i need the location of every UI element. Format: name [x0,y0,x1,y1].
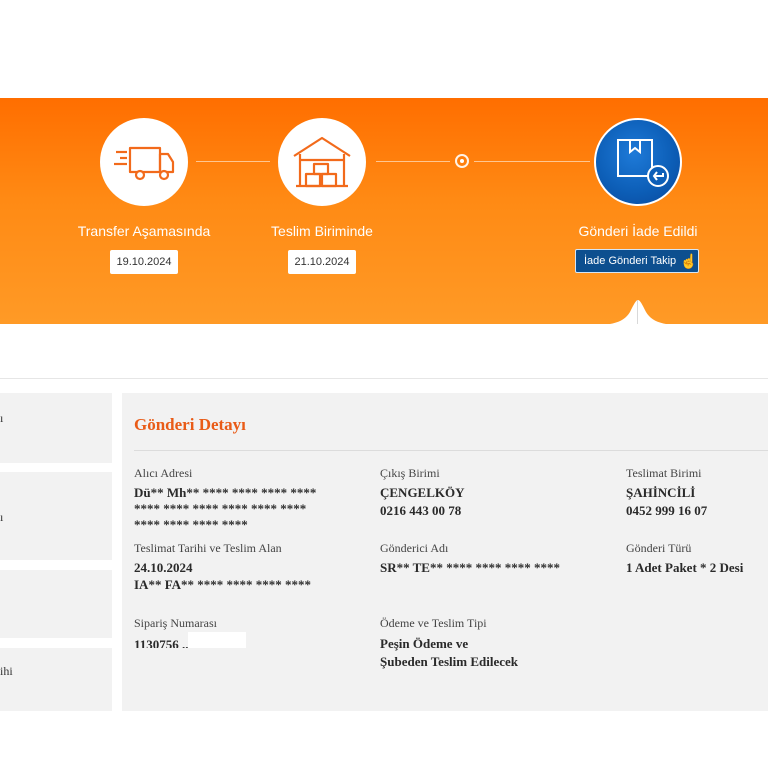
step-dot-icon [455,154,469,168]
side-card[interactable]: ı [0,472,112,560]
delivery-receiver-value: IA** FA** **** **** **** **** [134,577,312,592]
exit-unit-label: Çıkış Birimi [380,466,440,480]
receiver-address-line: **** **** **** **** **** **** [134,501,307,516]
shipment-type-value: 1 Adet Paket * 2 Desi [626,560,744,575]
redaction-mask [188,632,246,648]
step-connector [474,161,590,162]
panel-rule [134,450,768,451]
order-number-label: Sipariş Numarası [134,616,217,630]
return-tracking-button[interactable]: İade Gönderi Takip ☝ [575,249,699,273]
section-divider [0,378,768,379]
banner-notch [578,300,698,326]
payment-label: Ödeme ve Teslim Tipi [380,616,487,630]
delivery-date-label: Teslimat Tarihi ve Teslim Alan [134,541,282,555]
exit-unit-phone: 0216 443 00 78 [380,503,462,518]
step-label-transfer: Transfer Aşamasında [77,223,211,239]
payment-line: Peşin Ödeme ve [380,636,469,651]
sender-label: Gönderici Adı [380,541,449,555]
panel-title: Gönderi Detayı [134,415,246,434]
return-tracking-label: İade Gönderi Takip [584,255,677,267]
side-card-text: ihi [0,664,13,678]
pointer-hand-icon: ☝ [680,252,698,269]
step-transfer [100,118,188,206]
receiver-address-line: **** **** **** **** [134,517,248,532]
side-card[interactable]: ihi [0,648,112,711]
step-date-transfer: 19.10.2024 [110,250,178,274]
side-card-text: ı [0,411,4,425]
side-card[interactable] [0,570,112,638]
delivery-unit-phone: 0452 999 16 07 [626,503,708,518]
shipment-type-label: Gönderi Türü [626,541,692,555]
receiver-address-line: Dü** Mh** **** **** **** **** [134,485,317,500]
shipment-detail-panel: Gönderi Detayı Alıcı Adresi Dü** Mh** **… [122,393,768,711]
step-label-delivery-unit: Teslim Biriminde [271,223,373,239]
delivery-unit-name: ŞAHİNCİLİ [626,485,696,500]
step-label-returned: Gönderi İade Edildi [578,223,698,239]
step-returned [594,118,682,206]
delivery-date-value: 24.10.2024 [134,560,193,575]
delivery-unit-label: Teslimat Birimi [626,466,702,480]
payment-line: Şubeden Teslim Edilecek [380,654,518,669]
side-card[interactable]: ı [0,393,112,463]
step-connector [196,161,270,162]
sender-value: SR** TE** **** **** **** **** [380,560,560,575]
delivery-truck-icon [114,146,175,181]
exit-unit-name: ÇENGELKÖY [380,485,465,500]
receiver-address-label: Alıcı Adresi [134,466,193,480]
side-card-text: ı [0,510,4,524]
step-delivery-unit [278,118,366,206]
warehouse-icon [293,136,351,188]
returned-package-icon [617,139,669,187]
step-connector [376,161,450,162]
step-date-delivery-unit: 21.10.2024 [288,250,356,274]
notch-line [637,300,638,324]
